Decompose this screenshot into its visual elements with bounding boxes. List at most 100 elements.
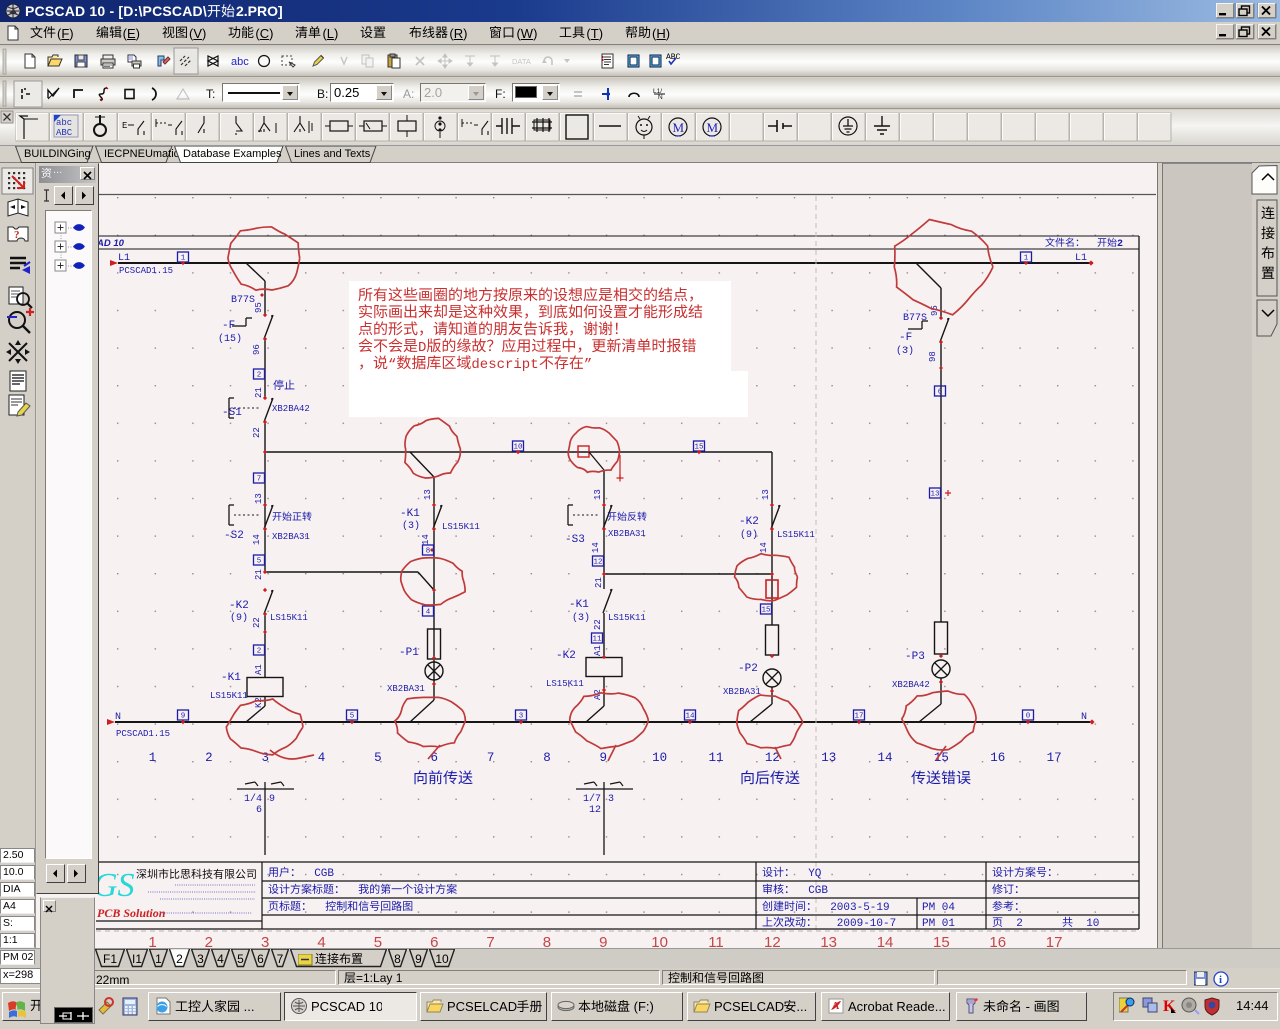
svg-text:12: 12 <box>593 559 602 567</box>
svg-text:-P2: -P2 <box>738 663 758 675</box>
svg-text:95: 95 <box>254 302 264 313</box>
svg-text:2: 2 <box>1117 239 1123 250</box>
svg-text:abc: abc <box>231 56 249 68</box>
svg-text:(F:): (F:) <box>630 999 654 1014</box>
svg-text:“: “ <box>388 357 396 373</box>
svg-text:11: 11 <box>592 636 602 644</box>
svg-text:B:: B: <box>317 87 328 101</box>
svg-text:9: 9 <box>599 934 607 948</box>
svg-text:10: 10 <box>1073 918 1099 930</box>
svg-text:XB2BA42: XB2BA42 <box>892 680 930 690</box>
svg-text:16: 16 <box>990 751 1005 765</box>
svg-text:-K1: -K1 <box>400 508 420 520</box>
svg-text:17: 17 <box>854 713 863 721</box>
svg-text:10: 10 <box>651 934 668 948</box>
svg-text:M: M <box>673 120 685 135</box>
svg-text:8: 8 <box>426 548 431 556</box>
svg-text:13: 13 <box>593 489 603 500</box>
svg-text:abc: abc <box>56 118 72 128</box>
svg-text:13: 13 <box>821 751 836 765</box>
svg-text:CGB: CGB <box>301 868 334 880</box>
svg-text:(3): (3) <box>402 520 420 532</box>
svg-text:13: 13 <box>423 489 433 500</box>
svg-text:14: 14 <box>421 534 431 545</box>
svg-text:7: 7 <box>487 751 495 765</box>
svg-text:11: 11 <box>708 751 723 765</box>
svg-text:”: ” <box>584 357 592 373</box>
svg-text:10: 10 <box>652 751 667 765</box>
svg-text:9: 9 <box>269 794 275 805</box>
svg-text:17: 17 <box>1047 751 1062 765</box>
svg-text:GS: GS <box>93 867 135 904</box>
svg-text:descript: descript <box>471 357 538 373</box>
svg-text:15: 15 <box>933 934 950 948</box>
svg-text:1/4: 1/4 <box>244 793 262 805</box>
svg-text:YQ: YQ <box>795 868 822 880</box>
svg-text:5: 5 <box>374 751 382 765</box>
svg-text:XB2BA31: XB2BA31 <box>608 529 646 539</box>
svg-text:2009-10-7: 2009-10-7 <box>817 918 896 930</box>
svg-text:DATA: DATA <box>512 57 531 66</box>
svg-text:22: 22 <box>252 427 262 438</box>
svg-text:LS15K11: LS15K11 <box>546 679 584 689</box>
svg-text:A1: A1 <box>593 645 603 656</box>
svg-text:8: 8 <box>543 751 551 765</box>
svg-text:PCSCAD1.15: PCSCAD1.15 <box>116 729 170 739</box>
svg-text:7: 7 <box>486 934 494 948</box>
svg-text:12: 12 <box>764 934 781 948</box>
svg-text:?: ? <box>14 229 20 241</box>
svg-text:5: 5 <box>350 713 355 721</box>
svg-text:A:: A: <box>403 87 414 101</box>
svg-text:(3): (3) <box>896 345 914 357</box>
svg-text:-P1: -P1 <box>399 647 419 659</box>
svg-text:LS15K11: LS15K11 <box>608 613 646 623</box>
svg-text:-S1: -S1 <box>222 407 242 419</box>
svg-text:PM 01: PM 01 <box>922 918 955 930</box>
svg-text:XB2BA31: XB2BA31 <box>272 532 310 542</box>
svg-text:14: 14 <box>878 751 893 765</box>
svg-text:7: 7 <box>257 476 262 484</box>
svg-text:F:: F: <box>495 87 506 101</box>
svg-text:N: N <box>1081 712 1087 723</box>
svg-text:6: 6 <box>430 751 438 765</box>
svg-text:XB2BA31: XB2BA31 <box>387 684 425 694</box>
svg-text:M: M <box>707 120 719 135</box>
svg-text:L1: L1 <box>1075 253 1087 264</box>
svg-text:3: 3 <box>519 713 524 721</box>
svg-text:1: 1 <box>149 751 157 765</box>
svg-text:PM 04: PM 04 <box>922 902 955 914</box>
svg-text:14: 14 <box>759 542 769 553</box>
svg-text:B77S: B77S <box>903 313 927 324</box>
svg-text:21: 21 <box>594 577 604 588</box>
svg-text:9: 9 <box>181 713 186 721</box>
svg-text:-K2: -K2 <box>739 516 759 528</box>
svg-text:(15): (15) <box>218 333 242 345</box>
svg-text:LS15K11: LS15K11 <box>777 530 815 540</box>
svg-text:22: 22 <box>593 619 603 630</box>
svg-text:8: 8 <box>543 934 551 948</box>
svg-text:1/7: 1/7 <box>583 793 601 805</box>
svg-text:(9): (9) <box>740 529 758 541</box>
svg-text:L1: L1 <box>118 253 130 264</box>
svg-text:-F: -F <box>222 320 235 332</box>
svg-text:AD 10: AD 10 <box>96 238 125 249</box>
svg-text:15: 15 <box>761 607 771 615</box>
svg-text:2: 2 <box>257 372 262 380</box>
svg-text:21: 21 <box>254 569 264 580</box>
svg-text:22: 22 <box>252 617 262 628</box>
svg-text:XB2BA42: XB2BA42 <box>272 404 310 414</box>
svg-text:-S3: -S3 <box>565 534 585 546</box>
svg-text:1: 1 <box>148 934 156 948</box>
svg-text:9: 9 <box>600 751 608 765</box>
svg-text:13: 13 <box>820 934 837 948</box>
svg-text:PCB Solution: PCB Solution <box>97 906 166 920</box>
svg-text:2: 2 <box>1003 918 1023 930</box>
svg-text:-K2: -K2 <box>229 600 249 612</box>
svg-text:XB2BA31: XB2BA31 <box>723 687 761 697</box>
svg-text:i: i <box>1219 974 1222 986</box>
svg-text:PCSELCAD: PCSELCAD <box>447 999 517 1014</box>
svg-text:2: 2 <box>205 934 213 948</box>
svg-text:T:: T: <box>206 87 215 101</box>
svg-text:12: 12 <box>589 805 601 816</box>
svg-text:2: 2 <box>257 648 262 656</box>
